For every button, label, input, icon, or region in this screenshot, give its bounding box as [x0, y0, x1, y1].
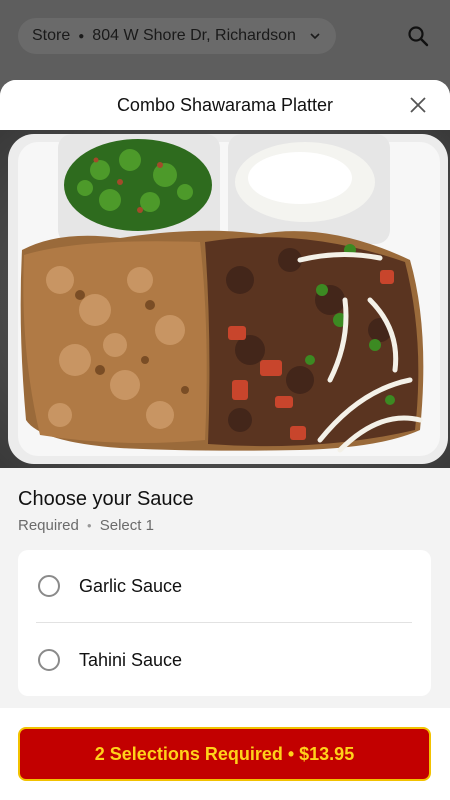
- store-label: Store: [32, 27, 71, 44]
- page-header: Store ● 804 W Shore Dr, Richardson: [0, 0, 450, 80]
- divider: [36, 622, 412, 623]
- option-garlic-sauce[interactable]: Garlic Sauce: [18, 550, 431, 622]
- radio-unselected-icon[interactable]: [38, 575, 60, 597]
- select-count-label: Select 1: [99, 517, 154, 534]
- separator-dot: ●: [86, 521, 92, 530]
- option-label: Garlic Sauce: [79, 575, 183, 596]
- radio-unselected-icon[interactable]: [38, 649, 60, 671]
- store-address: 804 W Shore Dr, Richardson: [92, 27, 296, 44]
- separator-dot: ●: [78, 30, 85, 42]
- option-tahini-sauce[interactable]: Tahini Sauce: [18, 624, 431, 696]
- chevron-down-icon: [308, 29, 322, 43]
- search-icon[interactable]: [406, 24, 430, 48]
- sauce-options: Garlic Sauce Tahini Sauce: [18, 550, 431, 696]
- item-photo: [0, 130, 450, 468]
- item-modal: Combo Shawarama Platter Choose your Sauc…: [0, 80, 450, 800]
- modal-title: Combo Shawarama Platter: [116, 94, 334, 115]
- close-icon[interactable]: [408, 95, 428, 115]
- section-title: Choose your Sauce: [18, 488, 194, 510]
- section-subtitle: Required ● Select 1: [18, 517, 154, 534]
- store-selector[interactable]: Store ● 804 W Shore Dr, Richardson: [18, 18, 336, 54]
- add-to-cart-button[interactable]: 2 Selections Required • $13.95: [18, 727, 431, 781]
- modal-header: Combo Shawarama Platter: [0, 80, 450, 130]
- option-label: Tahini Sauce: [79, 649, 183, 670]
- required-label: Required: [18, 517, 79, 534]
- bottom-bar: 2 Selections Required • $13.95: [0, 708, 450, 800]
